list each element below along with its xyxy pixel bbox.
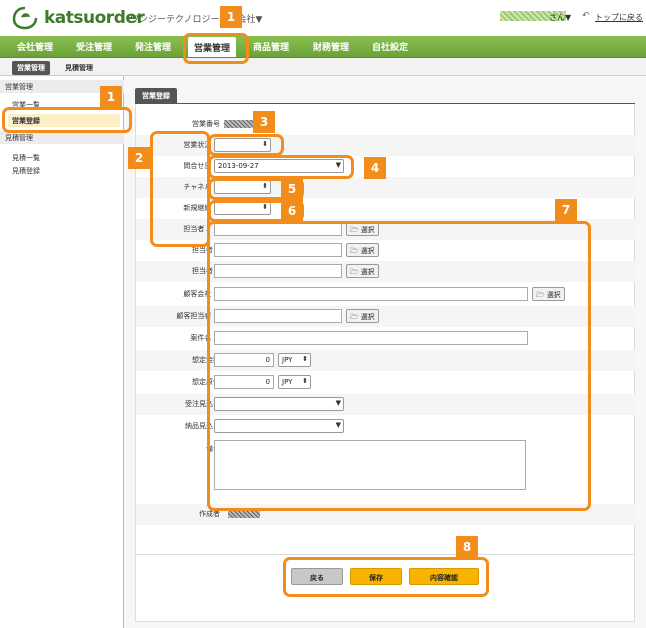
main-nav: 会社管理 受注管理 発注管理 営業管理 商品管理 財務管理 自社設定 — [0, 36, 646, 58]
sidebar-item-quote-register[interactable]: 見積登録 — [12, 166, 40, 176]
number-value-redacted — [224, 120, 256, 128]
sidebar: 営業管理 営業一覧 営業登録 見積管理 見積一覧 見積登録 — [0, 76, 124, 628]
nav-products[interactable]: 商品管理 — [253, 40, 289, 53]
company-selector[interactable]: ワンジーテクノロジー株式会社▼ — [130, 12, 262, 25]
user-menu[interactable]: さん▼ — [549, 12, 571, 23]
nav-finance[interactable]: 財務管理 — [313, 40, 349, 53]
callout-box-nav-sales — [183, 33, 249, 64]
nav-purchase-orders[interactable]: 発注管理 — [135, 40, 171, 53]
nav-orders-received[interactable]: 受注管理 — [76, 40, 112, 53]
sub-nav: 営業管理 見積管理 — [0, 58, 646, 76]
callout-number: 8 — [456, 536, 478, 558]
callout-number: 5 — [281, 178, 303, 200]
callout-box-buttons — [283, 557, 489, 597]
nav-company[interactable]: 会社管理 — [17, 40, 53, 53]
callout-box-inquiry-date — [208, 155, 354, 179]
subnav-sales[interactable]: 営業管理 — [12, 61, 50, 75]
tab-sales-register[interactable]: 営業登録 — [135, 88, 177, 103]
katsuorder-logo-icon — [12, 6, 38, 30]
callout-box-sidebar-register — [2, 107, 132, 133]
back-arrow-icon: ↶ — [582, 11, 590, 21]
callout-box-other-fields — [207, 221, 591, 511]
callout-box-required-labels — [150, 131, 210, 247]
nav-own-settings[interactable]: 自社設定 — [372, 40, 408, 53]
callout-number: 4 — [364, 157, 386, 179]
callout-number: 3 — [253, 111, 275, 133]
callout-number: 7 — [555, 199, 577, 221]
creator-value-redacted — [228, 510, 260, 518]
callout-number: 1 — [220, 6, 242, 28]
label-number: 営業番号 — [192, 120, 220, 128]
callout-box-status — [208, 134, 284, 156]
callout-number: 2 — [128, 147, 150, 169]
callout-number: 1 — [100, 86, 122, 108]
subnav-quotes[interactable]: 見積管理 — [60, 61, 98, 75]
sidebar-item-quote-list[interactable]: 見積一覧 — [12, 153, 40, 163]
form-footer-divider — [136, 554, 634, 555]
row-number: 営業番号 — [136, 114, 636, 135]
callout-number: 6 — [281, 200, 303, 222]
top-bar: katsuorder ワンジーテクノロジー株式会社▼ さん▼ ↶ トップに戻る — [0, 0, 646, 36]
back-to-top-link[interactable]: トップに戻る — [595, 12, 643, 23]
